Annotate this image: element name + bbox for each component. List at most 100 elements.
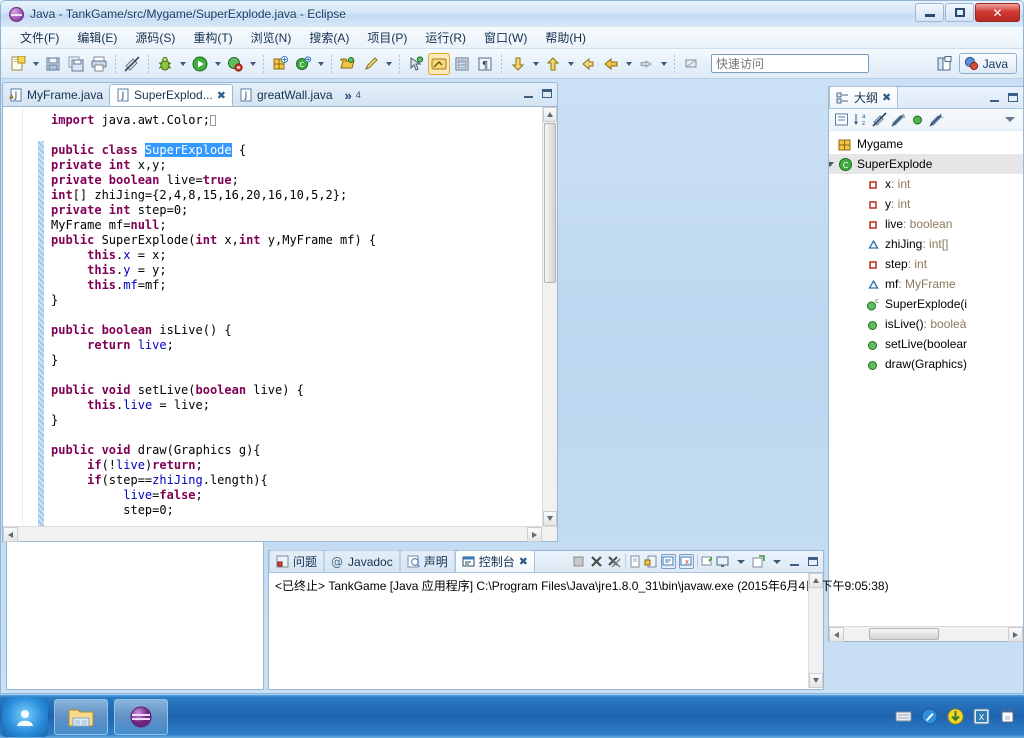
menu-project[interactable]: 项目(P)	[358, 27, 416, 48]
forward-arrow-icon[interactable]	[635, 53, 657, 75]
maximize-icon[interactable]	[539, 86, 554, 101]
taskbar-eclipse[interactable]	[114, 698, 168, 735]
scroll-right-icon[interactable]	[1008, 627, 1023, 642]
outline-item-setlive-boolear[interactable]: setLive(boolear	[829, 334, 1023, 354]
maximize-button[interactable]	[945, 3, 974, 22]
perspective-java-button[interactable]: Java	[958, 53, 1017, 74]
new-file-dropdown-icon[interactable]	[30, 53, 41, 75]
outline-item-superexplode[interactable]: C SuperExplode	[829, 154, 1023, 174]
outline-item-y[interactable]: y : int	[829, 194, 1023, 214]
run-dropdown-icon[interactable]	[212, 53, 223, 75]
editor-horizontal-scrollbar[interactable]	[3, 526, 557, 542]
hide-static-icon[interactable]: s	[891, 112, 906, 127]
close-icon[interactable]: ✖	[882, 92, 891, 103]
maximize-icon[interactable]	[805, 554, 820, 569]
search-dropdown-icon[interactable]	[383, 53, 394, 75]
external-tools-dropdown-icon[interactable]	[247, 53, 258, 75]
console-vertical-scrollbar[interactable]	[808, 573, 823, 688]
scroll-down-icon[interactable]	[543, 511, 557, 526]
outline-item-mf[interactable]: mf : MyFrame	[829, 274, 1023, 294]
close-icon[interactable]: ✖	[217, 90, 226, 101]
console-output[interactable]: <已终止> TankGame [Java 应用程序] C:\Program Fi…	[269, 573, 889, 688]
twisty-expanded-icon[interactable]	[829, 157, 837, 171]
tab-myframe[interactable]: J MyFrame.java	[3, 84, 109, 106]
mark-occurrences-icon[interactable]	[121, 53, 143, 75]
open-console-dropdown-icon[interactable]	[769, 554, 784, 569]
menu-help[interactable]: 帮助(H)	[536, 27, 595, 48]
remove-launch-icon[interactable]	[589, 554, 604, 569]
outline-item-step[interactable]: step : int	[829, 254, 1023, 274]
back-history-dropdown-icon[interactable]	[623, 53, 634, 75]
clear-console-icon[interactable]	[625, 554, 640, 569]
scroll-left-icon[interactable]	[829, 627, 844, 642]
minimize-icon[interactable]	[521, 86, 536, 101]
down-arrow-yellow-icon[interactable]	[507, 53, 529, 75]
close-button[interactable]: ✕	[975, 3, 1020, 22]
keyboard-icon[interactable]	[895, 708, 912, 725]
sort-az-icon[interactable]: az	[853, 112, 868, 127]
menu-refactor[interactable]: 重构(T)	[184, 27, 241, 48]
tab-problems[interactable]: 问题	[269, 550, 325, 572]
menu-edit[interactable]: 编辑(E)	[68, 27, 126, 48]
open-type-icon[interactable]	[337, 53, 359, 75]
print-icon[interactable]	[88, 53, 110, 75]
show-on-error-icon[interactable]: x	[679, 554, 694, 569]
outline-item-live[interactable]: live : boolean	[829, 214, 1023, 234]
search-pencil-icon[interactable]	[360, 53, 382, 75]
run-play-icon[interactable]	[189, 53, 211, 75]
up-arrow-yellow-icon[interactable]	[542, 53, 564, 75]
hide-nonpublic-icon[interactable]	[910, 112, 925, 127]
outline-item-mygame[interactable]: Mygame	[829, 134, 1023, 154]
editor-folding-gutter[interactable]	[23, 107, 37, 541]
scroll-left-icon[interactable]	[3, 527, 18, 542]
open-perspective-icon[interactable]	[933, 53, 955, 75]
tab-declaration[interactable]: 声明	[399, 550, 455, 572]
tab-javadoc[interactable]: @ Javadoc	[324, 550, 400, 572]
display-console-icon[interactable]	[715, 554, 730, 569]
tab-console[interactable]: 控制台 ✖	[454, 550, 535, 572]
save-all-icon[interactable]	[65, 53, 87, 75]
debug-bug-icon[interactable]	[154, 53, 176, 75]
class-dropdown-icon[interactable]	[315, 53, 326, 75]
maximize-icon[interactable]	[1005, 90, 1020, 105]
pin-icon[interactable]	[680, 53, 702, 75]
class-icon[interactable]: C	[292, 53, 314, 75]
menu-navigate[interactable]: 浏览(N)	[242, 27, 301, 48]
quick-access-input[interactable]	[711, 54, 869, 73]
save-icon[interactable]	[42, 53, 64, 75]
external-tools-icon[interactable]	[224, 53, 246, 75]
outline-item-x[interactable]: x : int	[829, 174, 1023, 194]
next-annotation-icon[interactable]	[405, 53, 427, 75]
hide-localtypes-icon[interactable]: L	[929, 112, 944, 127]
remove-all-icon[interactable]	[607, 554, 622, 569]
scroll-right-icon[interactable]	[527, 527, 542, 542]
outline-horizontal-scrollbar[interactable]	[829, 626, 1023, 642]
minimize-icon[interactable]	[787, 554, 802, 569]
pin-console-icon[interactable]	[697, 554, 712, 569]
download-icon[interactable]	[947, 708, 964, 725]
outline-item-draw-graphics-[interactable]: draw(Graphics)	[829, 354, 1023, 374]
package-icon[interactable]	[269, 53, 291, 75]
view-menu-icon[interactable]	[1002, 112, 1017, 127]
whitespace-icon[interactable]: ¶	[474, 53, 496, 75]
show-on-output-icon[interactable]	[661, 554, 676, 569]
open-console-icon[interactable]	[751, 554, 766, 569]
plug-icon[interactable]	[999, 708, 1016, 725]
collapse-all-icon[interactable]	[834, 112, 849, 127]
debug-dropdown-icon[interactable]	[177, 53, 188, 75]
tab-outline[interactable]: 大纲 ✖	[829, 86, 899, 108]
block-selection-icon[interactable]	[451, 53, 473, 75]
back-arrow-icon[interactable]	[577, 53, 599, 75]
menu-file[interactable]: 文件(F)	[11, 27, 68, 48]
back-history-icon[interactable]	[600, 53, 622, 75]
menu-search[interactable]: 搜索(A)	[300, 27, 358, 48]
scroll-down-icon[interactable]	[809, 673, 823, 688]
editor-tab-overflow[interactable]: » 4	[339, 84, 367, 106]
outline-item-superexplode-i[interactable]: c SuperExplode(i	[829, 294, 1023, 314]
outline-list[interactable]: Mygame C SuperExplode x : int y : int live : …	[829, 131, 1023, 623]
up-arrow-dropdown-icon[interactable]	[565, 53, 576, 75]
menu-window[interactable]: 窗口(W)	[475, 27, 536, 48]
blue-pen-icon[interactable]	[921, 708, 938, 725]
minimize-button[interactable]	[915, 3, 944, 22]
start-button[interactable]	[2, 696, 48, 737]
